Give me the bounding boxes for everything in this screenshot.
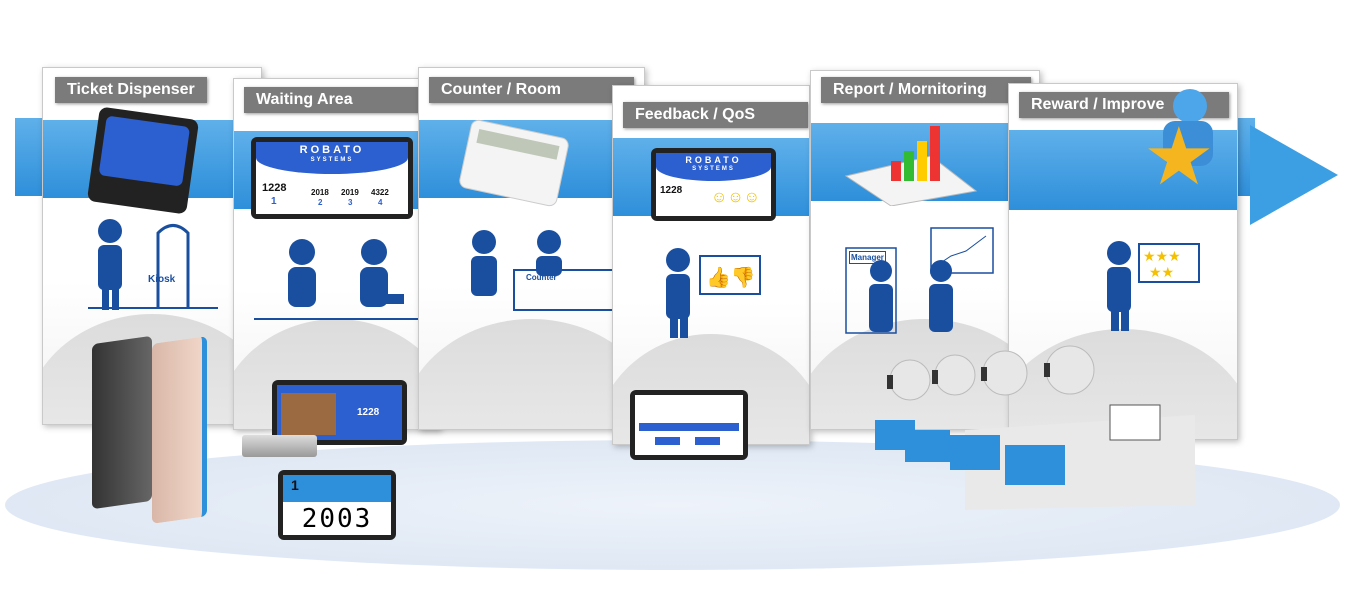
stage-counter-room: Counter / Room Counter — [418, 67, 645, 430]
manager-meeting-icon — [845, 227, 994, 334]
kiosk-dark-image — [92, 335, 152, 510]
thumbs-feedback-icon: 👍👎 — [666, 248, 761, 338]
brand-logo-subtitle: SYSTEMS — [692, 166, 735, 172]
served-ticket-number: 2003 — [301, 504, 373, 534]
feedback-tablet-image — [630, 390, 748, 460]
kiosk-pink-image — [152, 336, 207, 524]
stage-waiting-area: Waiting Area ROBATO SYSTEMS 1228 1 2018 2… — [233, 78, 440, 430]
ticket-number: 4322 — [371, 188, 389, 197]
smiley-faces-icon: ☺☺☺ — [711, 189, 761, 206]
counter-number: 3 — [348, 198, 353, 207]
counter-display: 1 2003 — [278, 470, 396, 540]
rating-stars-icon: ★★★★★ — [1107, 241, 1200, 331]
stage-title: Feedback / QoS — [623, 102, 808, 128]
feedback-display: ROBATO SYSTEMS 1228 ☺☺☺ — [651, 148, 776, 221]
call-center-agents-image — [875, 345, 1195, 510]
svg-text:★★★: ★★★ — [1143, 248, 1181, 264]
waiting-display: ROBATO SYSTEMS 1228 1 2018 2019 4322 2 3 … — [251, 137, 413, 219]
counter-number: 4 — [378, 198, 383, 207]
ticket-dispenser-device — [86, 106, 200, 215]
svg-text:👍👎: 👍👎 — [706, 265, 756, 289]
person-with-star-icon: ★ — [1143, 89, 1221, 209]
counter-service-icon — [471, 230, 614, 311]
main-counter-number: 1 — [271, 196, 277, 207]
person-at-kiosk-icon — [88, 219, 218, 310]
stage-title: Waiting Area — [244, 87, 419, 113]
seated-people-icon — [254, 239, 424, 320]
kiosk-label: Kiosk — [148, 274, 176, 285]
counter-label: Counter — [526, 273, 557, 282]
brand-logo-subtitle: SYSTEMS — [310, 157, 354, 163]
brand-logo-text: ROBATO — [685, 155, 742, 165]
stage-title: Counter / Room — [429, 77, 634, 103]
process-arrowhead — [1250, 125, 1338, 225]
brand-logo-text: ROBATO — [299, 144, 365, 156]
counter-number: 1 — [291, 477, 299, 493]
svg-text:★★: ★★ — [1149, 264, 1174, 280]
main-ticket-number: 1228 — [262, 182, 287, 194]
ticket-number: 2019 — [341, 188, 359, 197]
ticket-number: 2018 — [311, 188, 329, 197]
stage-title: Report / Mornitoring — [821, 77, 1031, 103]
stage-title: Ticket Dispenser — [55, 77, 207, 103]
manager-label: Manager — [849, 251, 886, 264]
ticket-number: 1228 — [660, 185, 683, 196]
router-image — [242, 435, 317, 457]
report-chart-image — [844, 126, 978, 206]
ticket-number: 1228 — [357, 407, 380, 418]
counter-number: 2 — [318, 198, 323, 207]
